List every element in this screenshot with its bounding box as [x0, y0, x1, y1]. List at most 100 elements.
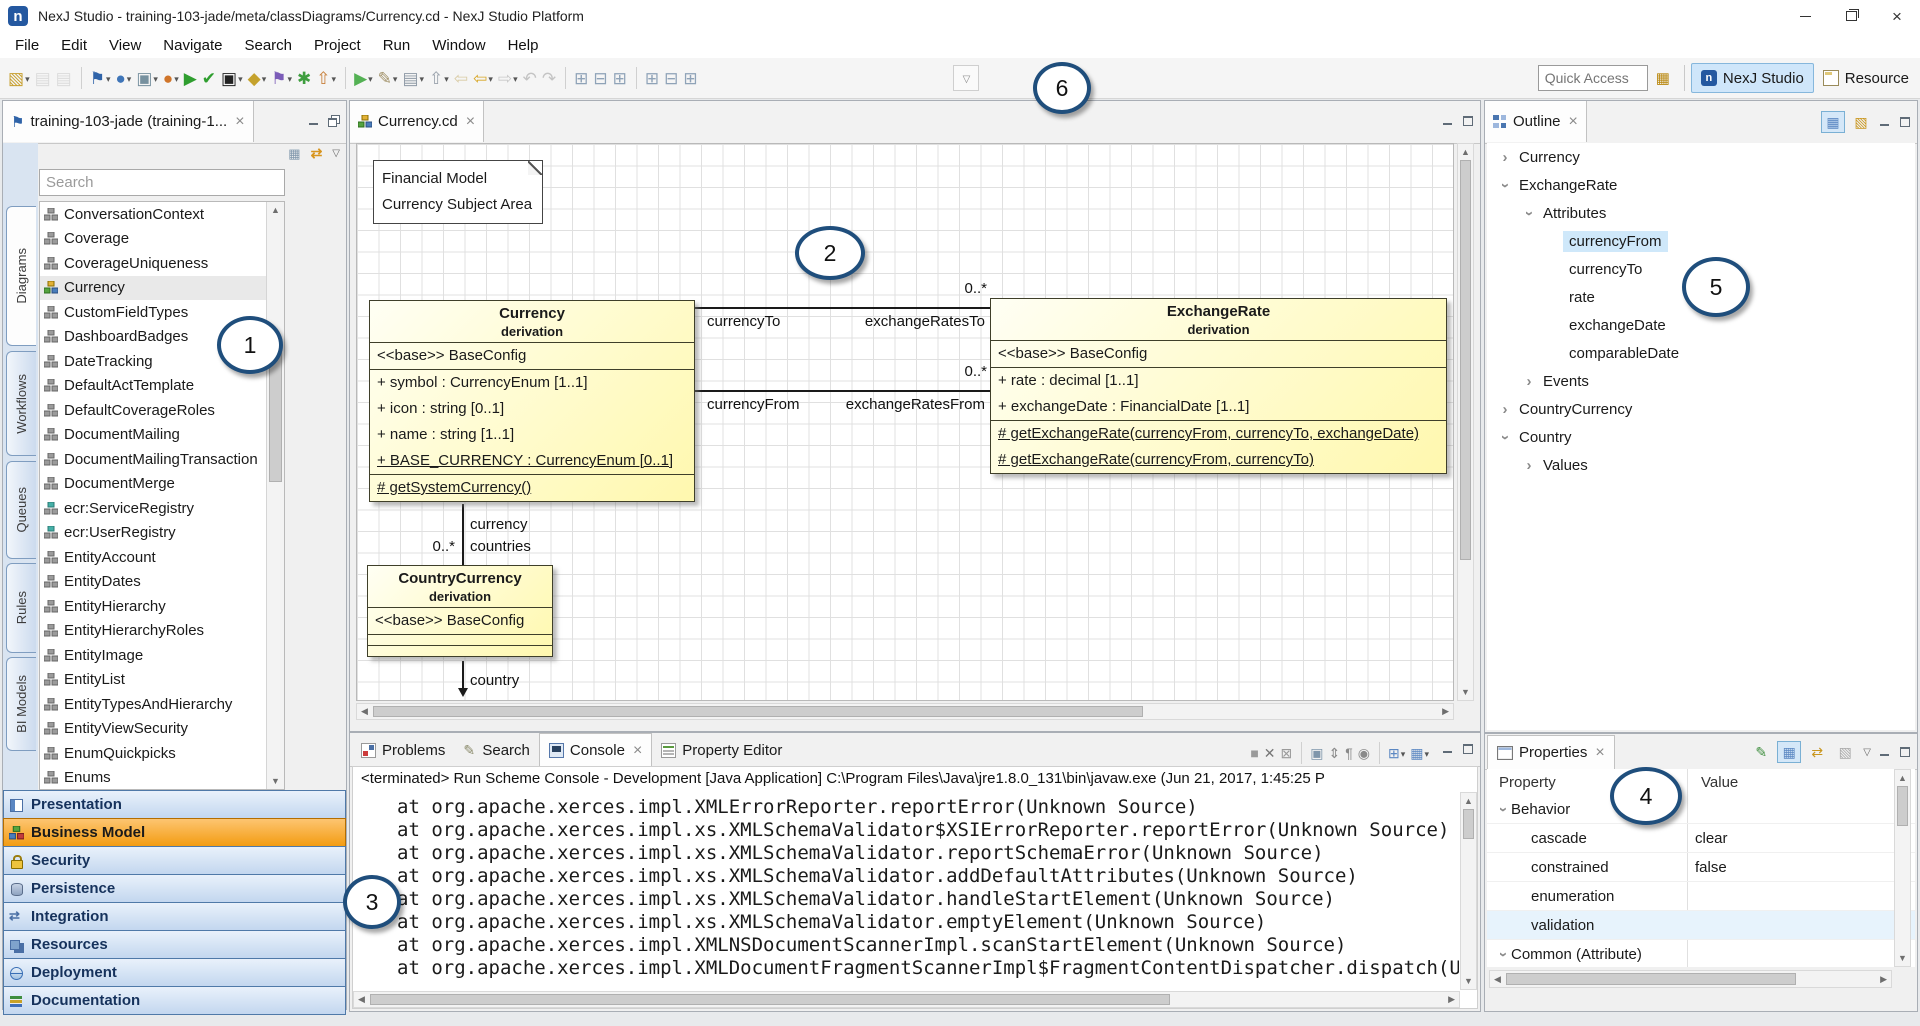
scroll-right-icon[interactable]: ▶: [1448, 994, 1455, 1005]
tree-item[interactable]: EntityHierarchyRoles: [40, 619, 269, 644]
property-row[interactable]: Common (Attribute): [1487, 940, 1915, 967]
dropdown-arrow-icon[interactable]: [963, 69, 971, 87]
remove-all-launches-icon[interactable]: ⊠: [1279, 740, 1295, 766]
tree-item[interactable]: EntityHierarchy: [40, 594, 269, 619]
uml-attribute[interactable]: + name : string [1..1]: [370, 422, 694, 448]
vertical-tab-rules[interactable]: Rules: [6, 563, 36, 653]
uml-attribute[interactable]: + rate : decimal [1..1]: [991, 368, 1446, 394]
expand-chevron-icon[interactable]: [1497, 401, 1513, 418]
menu-item[interactable]: Navigate: [152, 35, 233, 56]
tree-item[interactable]: Currency: [40, 276, 269, 301]
close-icon[interactable]: [1569, 114, 1578, 129]
redo-icon[interactable]: ↷: [540, 65, 558, 91]
note-box[interactable]: Financial Model Currency Subject Area: [373, 160, 543, 224]
open-perspective-icon[interactable]: ▦: [1656, 69, 1670, 87]
outline-item[interactable]: Events: [1487, 367, 1915, 395]
console-horizontal-scrollbar[interactable]: ◀ ▶: [353, 991, 1460, 1008]
outline-tree-mode-icon[interactable]: ▦: [1821, 111, 1845, 133]
run-icon[interactable]: ▶: [182, 65, 199, 91]
user-tool-icon[interactable]: ●: [161, 65, 181, 91]
minimize-view-icon[interactable]: [1877, 744, 1893, 760]
expand-chevron-icon[interactable]: [1497, 177, 1513, 194]
import-icon[interactable]: ⇧: [427, 65, 451, 91]
menu-item[interactable]: Help: [497, 35, 550, 56]
nav-deployment[interactable]: Deployment: [3, 958, 346, 987]
tree-item[interactable]: ecr:UserRegistry: [40, 521, 269, 546]
restore-view-icon[interactable]: [326, 113, 342, 129]
properties-tab[interactable]: Properties: [1487, 735, 1615, 769]
back-icon[interactable]: ⇦: [471, 65, 495, 91]
console-output[interactable]: <terminated> Run Scheme Console - Develo…: [352, 766, 1478, 1009]
outline-item[interactable]: ExchangeRate: [1487, 171, 1915, 199]
maximize-view-icon[interactable]: [1897, 114, 1913, 130]
scroll-left-icon[interactable]: ◀: [361, 706, 368, 717]
view-menu-icon[interactable]: [1863, 747, 1871, 758]
association-countries[interactable]: [462, 504, 464, 565]
dropdown-arrow-icon[interactable]: [288, 69, 293, 87]
nav-documentation[interactable]: Documentation: [3, 986, 346, 1015]
outline-item[interactable]: currencyFrom: [1487, 227, 1915, 255]
scrollbar-thumb[interactable]: [1506, 973, 1796, 985]
dropdown-arrow-icon[interactable]: [420, 69, 425, 87]
menu-item[interactable]: Project: [303, 35, 372, 56]
menu-item[interactable]: Edit: [50, 35, 98, 56]
save-icon[interactable]: ▤: [33, 65, 53, 91]
properties-horizontal-scrollbar[interactable]: ◀ ▶: [1489, 970, 1892, 988]
maximize-view-icon[interactable]: [1897, 744, 1913, 760]
scrollbar-thumb[interactable]: [373, 706, 1143, 717]
uml-operation[interactable]: # getExchangeRate(currencyFrom, currency…: [991, 421, 1446, 447]
vertical-tab-workflows[interactable]: Workflows: [6, 351, 36, 456]
vertical-tab-queues[interactable]: Queues: [6, 461, 36, 559]
security-tool-icon[interactable]: ◆: [246, 65, 269, 91]
tab-problems[interactable]: Problems: [352, 734, 454, 766]
property-row[interactable]: constrained false: [1487, 853, 1915, 882]
vertical-tab-bi-models[interactable]: BI Models: [6, 657, 36, 751]
scroll-left-icon[interactable]: ◀: [358, 994, 365, 1005]
uml-class-countrycurrency[interactable]: CountryCurrency derivation <<base>> Base…: [367, 565, 553, 657]
dropdown-arrow-icon[interactable]: [262, 69, 267, 87]
diagram-canvas[interactable]: Financial Model Currency Subject Area 0.…: [356, 143, 1454, 701]
scroll-down-icon[interactable]: ▼: [267, 776, 284, 786]
scroll-left-icon[interactable]: ◀: [1494, 974, 1501, 985]
uml-attribute[interactable]: + exchangeDate : FinancialDate [1..1]: [991, 394, 1446, 420]
dropdown-arrow-icon[interactable]: [1401, 744, 1406, 762]
new-wizard-icon[interactable]: ▧: [6, 65, 32, 91]
tree-item[interactable]: ecr:ServiceRegistry: [40, 496, 269, 521]
outline-item[interactable]: CountryCurrency: [1487, 395, 1915, 423]
menu-item[interactable]: File: [4, 35, 50, 56]
uml-attribute[interactable]: + icon : string [0..1]: [370, 396, 694, 422]
scroll-right-icon[interactable]: ▶: [1880, 974, 1887, 985]
uml-class-currency[interactable]: Currency derivation <<base>> BaseConfig …: [369, 300, 695, 502]
scroll-lock-icon[interactable]: ⇕: [1326, 740, 1342, 766]
scroll-down-icon[interactable]: ▼: [1458, 687, 1473, 697]
uml-operation[interactable]: # getSystemCurrency(): [370, 475, 694, 501]
tree-item[interactable]: EntityList: [40, 668, 269, 693]
menu-item[interactable]: Run: [372, 35, 422, 56]
display-selected-console-icon[interactable]: ▦: [1408, 740, 1431, 766]
nav-resources[interactable]: Resources: [3, 930, 346, 959]
association-currencyFrom[interactable]: [695, 390, 990, 392]
association-country[interactable]: [462, 661, 464, 688]
annotate-icon[interactable]: ✎: [376, 65, 400, 91]
tree-item[interactable]: DocumentMailingTransaction: [40, 447, 269, 472]
scroll-right-icon[interactable]: ▶: [1442, 706, 1449, 717]
vertical-tab-diagrams[interactable]: Diagrams: [6, 206, 36, 346]
database-tool-icon[interactable]: ▣: [134, 65, 160, 91]
tree-item[interactable]: EntityDates: [40, 570, 269, 595]
outline-item[interactable]: Values: [1487, 451, 1915, 479]
dropdown-arrow-icon[interactable]: [106, 69, 111, 87]
scroll-down-icon[interactable]: ▼: [1461, 976, 1476, 986]
dropdown-arrow-icon[interactable]: [1424, 744, 1429, 762]
dropdown-arrow-icon[interactable]: [153, 69, 158, 87]
pin-console-icon[interactable]: ◉: [1356, 740, 1372, 766]
property-row[interactable]: Behavior: [1487, 795, 1915, 824]
undo-icon[interactable]: ↶: [521, 65, 539, 91]
scrollbar-thumb[interactable]: [1460, 160, 1471, 560]
expand-chevron-icon[interactable]: [1521, 205, 1537, 222]
open-console-icon[interactable]: ⊞: [1386, 740, 1407, 766]
close-icon[interactable]: [466, 114, 475, 129]
tree-item[interactable]: ConversationContext: [40, 202, 269, 227]
outline-item[interactable]: exchangeDate: [1487, 311, 1915, 339]
property-row[interactable]: cascade clear: [1487, 824, 1915, 853]
expand-chevron-icon[interactable]: [1497, 429, 1513, 446]
